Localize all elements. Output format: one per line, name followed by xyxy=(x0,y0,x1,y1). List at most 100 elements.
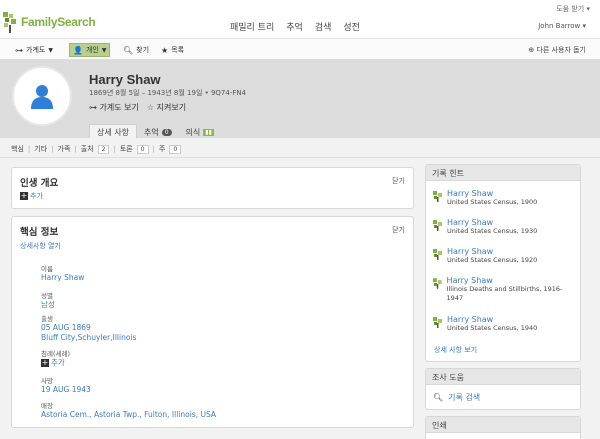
subnav-other[interactable]: 기타 xyxy=(34,144,47,154)
tree-icon: ⊶ xyxy=(89,103,97,112)
christening-add-link[interactable]: + 추가 xyxy=(41,358,70,368)
vital-name: 이름 Harry Shaw xyxy=(41,263,84,283)
nav-family-tree[interactable]: 패밀리 트리 xyxy=(230,20,274,33)
vital-sex: 성별 남성 xyxy=(41,290,55,310)
hint-source: United States Census, 1940 xyxy=(447,324,538,332)
vital-value[interactable]: 남성 xyxy=(41,300,55,310)
tree-view-dropdown[interactable]: ⊶ 가계도 ▼ xyxy=(15,43,53,57)
user-menu[interactable]: John Barrow ▾ xyxy=(538,22,586,30)
vital-information-title: 핵심 정보 xyxy=(20,227,59,238)
vital-value[interactable]: Astoria Cem., Astoria Twp., Fulton, Illi… xyxy=(41,410,216,420)
hint-person-name: Harry Shaw xyxy=(447,247,494,256)
search-records-link[interactable]: 🔍︎ 기록 검색 xyxy=(433,392,480,403)
research-help-panel: 조사 도움 🔍︎ 기록 검색 xyxy=(425,368,581,410)
hint-person-name: Harry Shaw xyxy=(447,189,494,198)
vital-christening: 침례(세례) + 추가 xyxy=(41,348,70,368)
print-panel: 인쇄 xyxy=(425,416,581,439)
nav-memories[interactable]: 추억 xyxy=(286,20,303,33)
vital-value[interactable]: 19 AUG 1943 xyxy=(41,385,91,395)
vital-place[interactable]: Bluff City,Schuyler,Illinois xyxy=(41,333,136,343)
vital-value: 추가 xyxy=(51,358,65,367)
find-button[interactable]: 🔍︎ 찾기 xyxy=(123,43,149,57)
record-hint[interactable]: Harry Shaw United States Census, 1930 xyxy=(432,218,537,236)
person-dropdown[interactable]: 👤 개인 ▼ xyxy=(69,43,111,57)
person-tabs: 상세 사항 추억 0 의식 ▮▮ xyxy=(89,124,221,138)
discussions-count: 0 xyxy=(136,144,149,154)
help-others-link[interactable]: ⊕ 다른 사용자 돕기 xyxy=(528,45,586,55)
vital-information-card: 핵심 정보 닫기 상세사항 열기 이름 Harry Shaw 성별 남성 출생 … xyxy=(11,216,414,428)
person-name: Harry Shaw xyxy=(89,72,161,87)
vital-label: 매장 xyxy=(41,402,53,410)
help-menu[interactable]: 도움 받기 ▾ xyxy=(556,4,590,14)
record-tree-icon xyxy=(432,278,442,289)
hint-person-name: Harry Shaw xyxy=(447,315,494,324)
help-others-label: 다른 사용자 돕기 xyxy=(536,46,586,54)
life-summary-add-link[interactable]: + 추가 xyxy=(20,191,43,201)
vital-burial: 매장 Astoria Cem., Astoria Twp., Fulton, I… xyxy=(41,400,216,420)
person-label: 개인 xyxy=(85,46,99,54)
vital-value[interactable]: 05 AUG 1869 xyxy=(41,323,136,333)
tab-memories[interactable]: 추억 0 xyxy=(137,124,179,138)
tab-details-label: 상세 사항 xyxy=(97,128,129,137)
view-tree-link[interactable]: ⊶ 가계도 보기 xyxy=(89,102,139,113)
record-hint[interactable]: Harry Shaw United States Census, 1940 xyxy=(432,315,537,333)
sources-count: 2 xyxy=(97,144,110,154)
chevron-down-icon: ▼ xyxy=(48,46,53,54)
divider: | xyxy=(113,145,116,153)
add-label: 추가 xyxy=(30,192,43,200)
record-tree-icon xyxy=(433,317,442,328)
divider: | xyxy=(74,145,77,153)
vital-information-close-link[interactable]: 닫기 xyxy=(392,225,405,235)
vital-label: 사망 xyxy=(41,377,53,385)
subnav-family[interactable]: 가족 xyxy=(58,144,71,154)
tab-memories-label: 추억 xyxy=(143,127,159,137)
life-summary-title: 인생 개요 xyxy=(20,178,59,189)
tree-icon: ⊶ xyxy=(15,45,23,55)
tab-details[interactable]: 상세 사항 xyxy=(89,124,137,138)
divider: | xyxy=(51,145,54,153)
vital-label: 출생 xyxy=(41,315,53,323)
record-tree-icon xyxy=(433,249,442,260)
nav-temple[interactable]: 성전 xyxy=(343,20,360,33)
life-summary-close-link[interactable]: 닫기 xyxy=(392,176,405,186)
record-hints-panel: 기록 힌트 Harry Shaw United States Census, 1… xyxy=(425,164,581,362)
hint-source: United States Census, 1900 xyxy=(447,198,538,206)
watch-label: 지켜보기 xyxy=(156,103,187,112)
subnav-notes[interactable]: 주 xyxy=(159,144,165,154)
tab-ordinances[interactable]: 의식 ▮▮ xyxy=(179,124,221,138)
subnav-discussions[interactable]: 토론 xyxy=(120,144,133,154)
watch-link[interactable]: ☆ 지켜보기 xyxy=(147,102,186,113)
vital-value[interactable]: Harry Shaw xyxy=(41,273,84,283)
vital-label: 이름 xyxy=(41,265,53,273)
hint-person-name: Harry Shaw xyxy=(447,218,494,227)
record-tree-icon xyxy=(433,220,442,231)
familysearch-logo[interactable]: FamilySearch xyxy=(2,11,96,33)
record-hint[interactable]: Harry Shaw United States Census, 1920 xyxy=(432,247,537,265)
list-button[interactable]: ★ 목록 xyxy=(161,43,184,57)
divider: | xyxy=(27,145,31,153)
plus-icon: + xyxy=(41,358,49,367)
nav-search[interactable]: 검색 xyxy=(315,20,332,33)
record-tree-icon xyxy=(433,191,442,202)
vital-label: 성별 xyxy=(41,292,53,300)
record-hint[interactable]: Harry Shaw United States Census, 1900 xyxy=(432,189,537,207)
vital-label: 침례(세례) xyxy=(41,350,70,358)
memories-count-badge: 0 xyxy=(161,128,172,136)
print-title[interactable]: 인쇄 xyxy=(426,417,580,433)
plus-icon: + xyxy=(20,191,28,200)
main-nav: 패밀리 트리 추억 검색 성전 xyxy=(230,20,360,33)
show-details-link[interactable]: 상세사항 열기 xyxy=(20,241,61,251)
bar-chart-icon: ▮▮ xyxy=(203,128,214,136)
show-hint-details-link[interactable]: 상세 사항 보기 xyxy=(434,345,477,355)
research-help-title: 조사 도움 xyxy=(426,369,580,385)
list-label: 목록 xyxy=(171,46,185,54)
hint-person-name: Harry Shaw xyxy=(446,276,493,285)
subnav-sources[interactable]: 출처 xyxy=(81,144,94,154)
person-actions: ⊶ 가계도 보기 ☆ 지켜보기 xyxy=(89,102,186,113)
view-tree-label: 가계도 보기 xyxy=(99,103,139,112)
subnav-vitals[interactable]: 핵심 xyxy=(11,144,24,154)
top-navigation: FamilySearch 패밀리 트리 추억 검색 성전 도움 받기 ▾ Joh… xyxy=(0,0,600,38)
search-icon: 🔍︎ xyxy=(123,45,134,55)
record-hint[interactable]: Harry Shaw Illinois Deaths and Stillbirt… xyxy=(432,276,574,303)
hint-source: Illinois Deaths and Stillbirths, 1916-19… xyxy=(446,285,563,302)
